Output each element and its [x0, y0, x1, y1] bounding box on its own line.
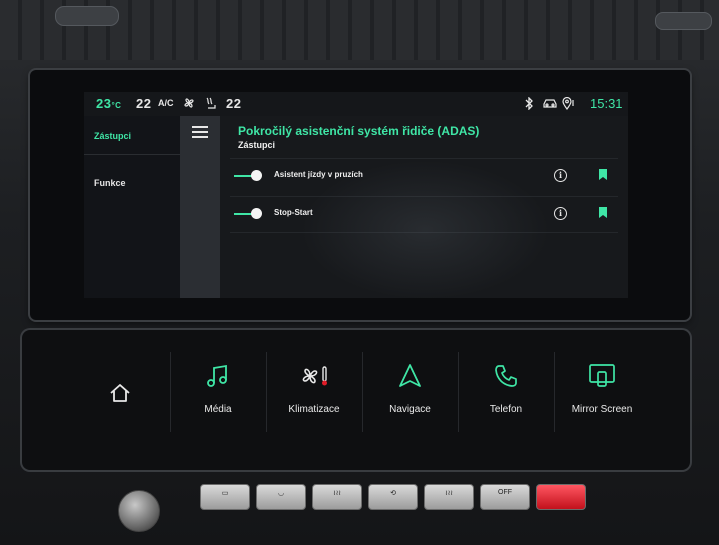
info-icon[interactable]: i — [554, 207, 567, 220]
front-defrost-icon: ◡ — [277, 490, 285, 497]
phone-shortcut[interactable]: Telefon — [460, 350, 552, 435]
bookmark-icon[interactable] — [599, 169, 607, 180]
volume-knob[interactable] — [118, 490, 160, 532]
seat-heat-icon[interactable] — [204, 96, 218, 113]
climate-off-button[interactable]: OFF — [480, 484, 530, 510]
rear-window-heat-button[interactable]: ≀≀≀ — [424, 484, 474, 510]
shortcut-divider — [362, 352, 363, 432]
bluetooth-icon — [524, 96, 534, 113]
menu-column — [180, 116, 220, 298]
climate-off-label: OFF — [498, 489, 512, 496]
rear-defrost-icon: ▭ — [221, 490, 229, 497]
connected-car-icon — [542, 97, 558, 113]
windshield-heat-button[interactable]: ≀≀≀ — [312, 484, 362, 510]
front-defrost-button[interactable]: ◡ — [256, 484, 306, 510]
shortcut-divider — [458, 352, 459, 432]
setting-row-stop-start[interactable]: Stop-Start i — [220, 196, 628, 232]
shortcut-divider — [554, 352, 555, 432]
climate-fan-icon — [302, 366, 327, 386]
bookmark-icon[interactable] — [599, 207, 607, 218]
shortcut-label: Klimatizace — [288, 404, 340, 415]
phone-icon — [495, 365, 517, 387]
hazard-button[interactable] — [536, 484, 586, 510]
rear-defrost-button[interactable]: ▭ — [200, 484, 250, 510]
sidebar: Zástupci Funkce — [84, 116, 180, 298]
vent-control-right[interactable] — [655, 12, 712, 30]
music-note-icon — [207, 364, 227, 387]
shortcut-label: Navigace — [389, 404, 431, 415]
page-title: Pokročilý asistenční systém řidiče (ADAS… — [238, 124, 480, 138]
status-bar: 23°C 22 A/C 22 15:31 — [84, 92, 628, 116]
mirror-screen-shortcut[interactable]: Mirror Screen — [556, 350, 648, 435]
rear-window-heat-icon: ≀≀≀ — [445, 490, 453, 497]
navigation-arrow-icon — [399, 364, 421, 387]
temp-unit: °C — [111, 101, 122, 110]
menu-icon[interactable] — [192, 126, 208, 138]
driver-temperature[interactable]: 23°C — [96, 96, 121, 111]
passenger-temperature[interactable]: 22 — [226, 96, 241, 111]
windshield-heat-icon: ≀≀≀ — [333, 490, 341, 497]
climate-shortcut[interactable]: Klimatizace — [268, 350, 360, 435]
home-icon — [110, 384, 130, 402]
fan-icon[interactable] — [182, 96, 196, 113]
navigation-shortcut[interactable]: Navigace — [364, 350, 456, 435]
shortcut-divider — [266, 352, 267, 432]
home-shortcut[interactable] — [74, 350, 166, 435]
recirculation-button[interactable]: ⟲ — [368, 484, 418, 510]
row-divider — [230, 232, 618, 233]
ac-label[interactable]: A/C — [158, 98, 174, 108]
page-subtitle: Zástupci — [238, 140, 276, 150]
setting-label: Asistent jízdy v pruzích — [274, 170, 363, 179]
car-dashboard: 23°C 22 A/C 22 15:31 Zástupci Funkce Pok… — [0, 0, 719, 545]
sidebar-divider — [84, 154, 180, 155]
fan-speed[interactable]: 22 — [136, 96, 151, 111]
settings-panel: Pokročilý asistenční systém řidiče (ADAS… — [220, 116, 628, 298]
stop-start-toggle[interactable] — [234, 208, 262, 220]
setting-row-lane-assist[interactable]: Asistent jízdy v pruzích i — [220, 158, 628, 194]
climate-button-row: ▭ ◡ ≀≀≀ ⟲ ≀≀≀ OFF — [200, 484, 590, 510]
location-icon — [562, 96, 576, 113]
clock: 15:31 — [590, 96, 623, 111]
sidebar-item-functions[interactable]: Funkce — [94, 178, 126, 188]
setting-label: Stop-Start — [274, 208, 313, 217]
media-shortcut[interactable]: Média — [172, 350, 264, 435]
sidebar-item-shortcuts[interactable]: Zástupci — [94, 131, 131, 141]
shortcut-label: Média — [204, 404, 232, 415]
shortcut-label: Mirror Screen — [571, 404, 633, 415]
shortcut-divider — [170, 352, 171, 432]
driver-temp-value: 23 — [96, 96, 112, 111]
infotainment-screen: 23°C 22 A/C 22 15:31 Zástupci Funkce Pok… — [84, 92, 628, 298]
shortcut-label: Telefon — [489, 404, 523, 415]
recirculation-icon: ⟲ — [390, 490, 396, 497]
vent-control-left[interactable] — [55, 6, 119, 26]
mirror-screen-icon — [589, 364, 615, 387]
info-icon[interactable]: i — [554, 169, 567, 182]
lane-assist-toggle[interactable] — [234, 170, 262, 182]
